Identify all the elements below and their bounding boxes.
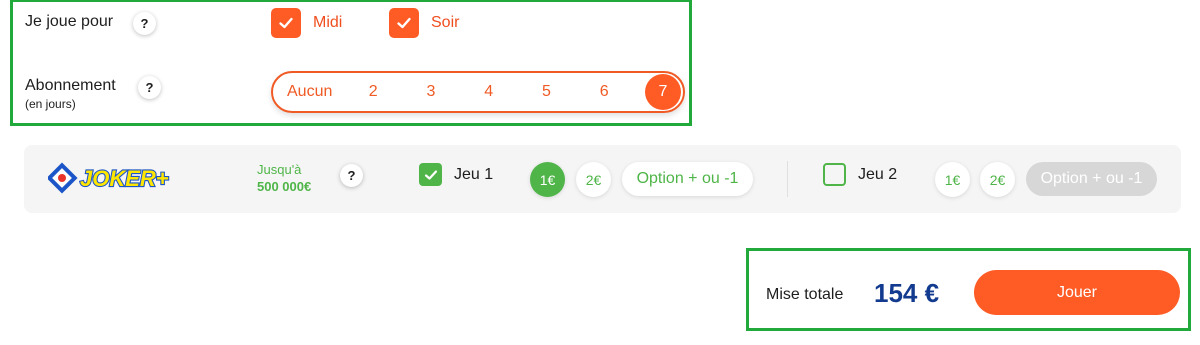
joker-bar: JOKER+ Jusqu'à 500 000€ ? Jeu 1 1€ 2€ Op… bbox=[24, 145, 1181, 213]
joker-jackpot: Jusqu'à 500 000€ bbox=[257, 162, 311, 194]
joker-game-1[interactable]: Jeu 1 bbox=[419, 163, 493, 186]
subscription-sublabel: (en jours) bbox=[25, 97, 76, 111]
checkbox-checked-icon bbox=[419, 163, 442, 186]
checkbox-checked-icon bbox=[389, 8, 419, 38]
subscription-selector: Aucun 2 3 4 5 6 7 bbox=[271, 71, 685, 113]
subscription-label: Abonnement (en jours) bbox=[25, 77, 116, 111]
game-1-coin-2eur[interactable]: 2€ bbox=[576, 162, 611, 197]
checkbox-midi-label: Midi bbox=[313, 14, 343, 31]
game-2-coin-2eur[interactable]: 2€ bbox=[980, 162, 1015, 197]
joker-game-2[interactable]: Jeu 2 bbox=[823, 163, 897, 186]
total-panel: Mise totale 154 € Jouer bbox=[746, 248, 1191, 331]
jackpot-prefix: Jusqu'à bbox=[257, 162, 302, 177]
subscription-option-6[interactable]: 6 bbox=[587, 83, 621, 101]
game-2-option-button[interactable]: Option + ou -1 bbox=[1026, 162, 1157, 196]
joker-logo: JOKER+ bbox=[46, 160, 188, 201]
joker-game-2-label: Jeu 2 bbox=[858, 165, 898, 183]
checkbox-soir[interactable]: Soir bbox=[389, 8, 459, 38]
total-value: 154 € bbox=[874, 278, 940, 308]
games-divider bbox=[787, 161, 788, 197]
jackpot-amount: 500 000€ bbox=[257, 179, 312, 194]
subscription-option-7[interactable]: 7 bbox=[644, 74, 681, 110]
joker-logo-image: JOKER+ bbox=[46, 162, 170, 194]
joker-logo-text: JOKER+ bbox=[80, 166, 169, 191]
subscription-option-4[interactable]: 4 bbox=[472, 83, 506, 101]
lottery-bet-form: Je joue pour ? Midi Soir Abonnement (en … bbox=[0, 0, 1200, 345]
total-label: Mise totale bbox=[766, 286, 844, 303]
checkbox-soir-label: Soir bbox=[431, 14, 460, 31]
subscription-option-aucun[interactable]: Aucun bbox=[287, 83, 332, 101]
subscription-option-3[interactable]: 3 bbox=[414, 83, 448, 101]
subscription-title: Abonnement bbox=[25, 77, 116, 94]
joker-help-button[interactable]: ? bbox=[340, 164, 363, 187]
game-2-coin-1eur[interactable]: 1€ bbox=[935, 162, 970, 197]
subscription-option-5[interactable]: 5 bbox=[529, 83, 563, 101]
game-1-option-button[interactable]: Option + ou -1 bbox=[622, 162, 753, 196]
play-button[interactable]: Jouer bbox=[974, 270, 1180, 315]
play-for-label: Je joue pour bbox=[25, 13, 114, 30]
checkbox-checked-icon bbox=[271, 8, 301, 38]
checkbox-unchecked-icon bbox=[823, 163, 846, 186]
subscription-help-button[interactable]: ? bbox=[138, 76, 161, 99]
subscription-option-2[interactable]: 2 bbox=[356, 83, 390, 101]
joker-game-1-label: Jeu 1 bbox=[454, 165, 494, 183]
play-for-help-button[interactable]: ? bbox=[133, 12, 156, 35]
checkbox-midi[interactable]: Midi bbox=[271, 8, 342, 38]
game-1-coin-1eur[interactable]: 1€ bbox=[530, 162, 565, 197]
options-panel: Je joue pour ? Midi Soir Abonnement (en … bbox=[10, 0, 692, 126]
